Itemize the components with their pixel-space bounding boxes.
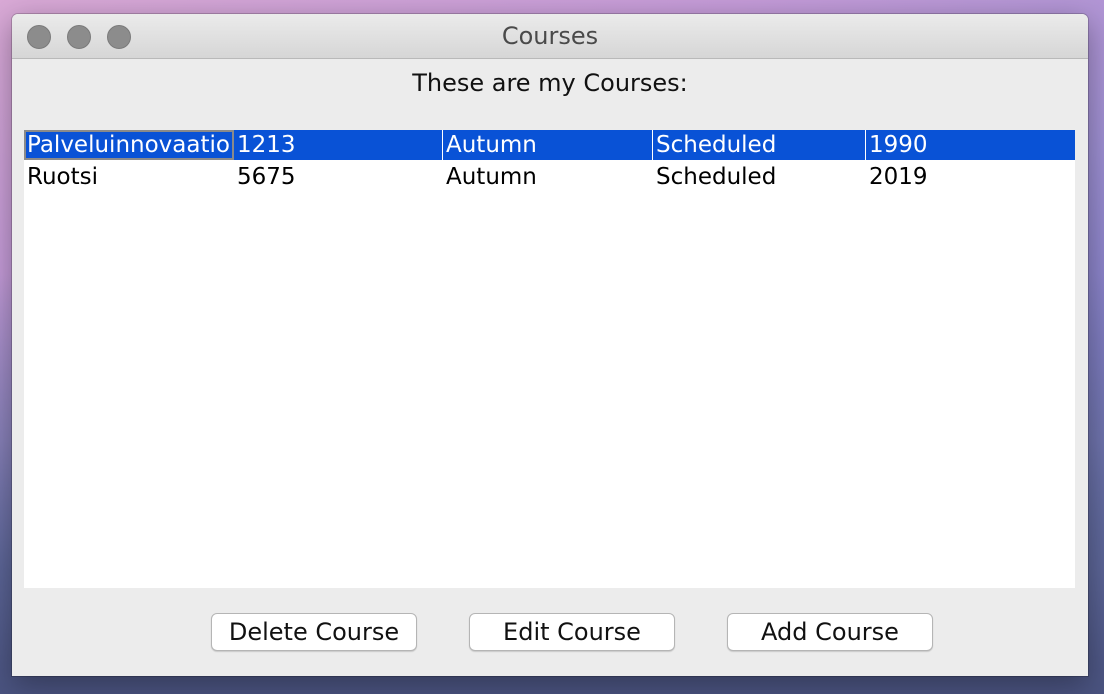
- courses-window: Courses These are my Courses: Palveluinn…: [12, 14, 1088, 676]
- title-bar[interactable]: Courses: [12, 14, 1088, 59]
- table-row[interactable]: Ruotsi 5675 Autumn Scheduled 2019: [24, 162, 1075, 192]
- courses-table[interactable]: Palveluinnovaatio 1213 Autumn Scheduled …: [24, 130, 1075, 588]
- delete-course-button[interactable]: Delete Course: [211, 613, 417, 651]
- course-season-cell[interactable]: Autumn: [443, 162, 653, 192]
- course-code-cell[interactable]: 5675: [234, 162, 443, 192]
- course-year-cell[interactable]: 2019: [866, 162, 1075, 192]
- window-title: Courses: [501, 22, 599, 50]
- table-row-selected[interactable]: Palveluinnovaatio 1213 Autumn Scheduled …: [24, 130, 1075, 160]
- edit-course-button[interactable]: Edit Course: [469, 613, 675, 651]
- course-season-cell[interactable]: Autumn: [443, 130, 653, 160]
- course-code-cell[interactable]: 1213: [234, 130, 443, 160]
- course-name-cell[interactable]: Palveluinnovaatio: [24, 130, 234, 160]
- course-status-cell[interactable]: Scheduled: [653, 130, 866, 160]
- add-course-button[interactable]: Add Course: [727, 613, 933, 651]
- course-name-cell[interactable]: Ruotsi: [24, 162, 234, 192]
- course-year-cell[interactable]: 1990: [866, 130, 1075, 160]
- course-status-cell[interactable]: Scheduled: [653, 162, 866, 192]
- page-heading: These are my Courses:: [412, 69, 688, 97]
